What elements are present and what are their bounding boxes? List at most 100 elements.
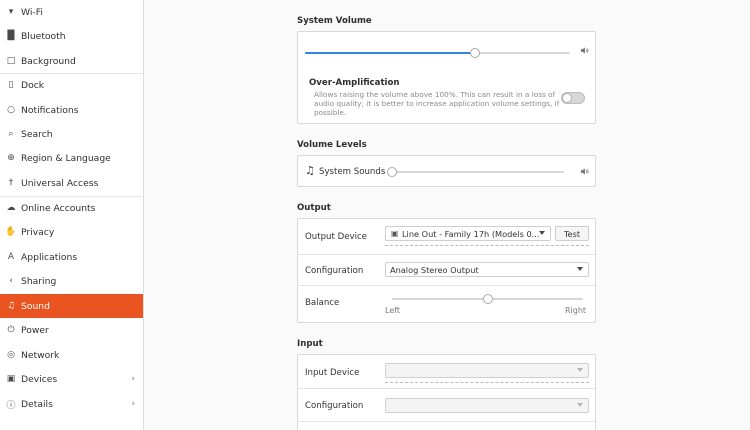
system-sounds-slider[interactable]	[387, 167, 564, 177]
music-note-icon: ♫	[305, 164, 315, 177]
chevron-right-icon: ›	[131, 399, 135, 409]
over-amplification-line-2: audio quality; it is better to increase …	[314, 99, 560, 108]
chevron-down-icon	[539, 231, 545, 235]
sidebar-item-power[interactable]: ⏻ Power	[0, 318, 143, 342]
wifi-icon: ▾	[8, 7, 14, 17]
output-panel: Output Device ▣ Line Out - Family 17h (M…	[297, 218, 596, 323]
sidebar-item-label: Bluetooth	[21, 30, 66, 42]
share-icon: ‹	[9, 276, 13, 286]
sidebar-item-background[interactable]: □ Background	[0, 49, 143, 73]
sidebar-item-sharing[interactable]: ‹ Sharing	[0, 269, 143, 293]
balance-slider[interactable]	[392, 294, 583, 304]
balance-left-label: Left	[385, 306, 401, 315]
output-configuration-label: Configuration	[305, 266, 364, 276]
search-icon: ⌕	[8, 129, 14, 139]
system-sounds-handle[interactable]	[387, 167, 397, 177]
balance-handle[interactable]	[483, 294, 493, 304]
volume-levels-panel: ♫ System Sounds	[297, 155, 596, 187]
sidebar-divider	[0, 196, 143, 197]
sidebar-item-label: Universal Access	[21, 177, 99, 189]
sidebar-item-search[interactable]: ⌕ Search	[0, 122, 143, 146]
toggle-thumb	[562, 93, 572, 103]
sidebar-item-devices[interactable]: ▣ Devices ›	[0, 367, 143, 391]
input-configuration-label: Configuration	[305, 401, 364, 411]
volume-levels-heading: Volume Levels	[297, 140, 367, 150]
over-amplification-title: Over-Amplification	[309, 78, 400, 88]
bell-icon: ○	[7, 105, 15, 115]
sidebar-item-label: Privacy	[21, 226, 55, 238]
sidebar-item-label: Background	[21, 55, 76, 67]
sidebar-item-bluetooth[interactable]: █ Bluetooth	[0, 24, 143, 48]
network-icon: ◎	[7, 350, 15, 360]
sidebar-item-wi-fi[interactable]: ▾ Wi-Fi	[0, 0, 143, 24]
background-icon: □	[6, 56, 16, 66]
system-volume-handle[interactable]	[470, 48, 480, 58]
sidebar-item-notifications[interactable]: ○ Notifications	[0, 98, 143, 122]
sidebar-item-label: Details	[21, 398, 53, 410]
sidebar-item-dock[interactable]: ▯ Dock	[0, 73, 143, 97]
sidebar-item-universal-access[interactable]: † Universal Access	[0, 171, 143, 195]
input-device-label: Input Device	[305, 368, 360, 378]
input-heading: Input	[297, 339, 323, 349]
sidebar-item-label: Notifications	[21, 104, 79, 116]
output-heading: Output	[297, 203, 331, 213]
applications-icon: A	[7, 252, 15, 262]
sidebar-item-label: Power	[21, 324, 49, 336]
dock-icon: ▯	[8, 80, 14, 90]
input-device-underline	[385, 382, 589, 383]
input-configuration-dropdown[interactable]	[385, 398, 589, 413]
globe-icon: ⊕	[7, 153, 15, 163]
sound-panel: System Volume Over-Amplification Allows …	[144, 0, 750, 430]
chevron-right-icon: ›	[131, 374, 135, 384]
system-sounds-label: System Sounds	[319, 167, 386, 177]
output-device-underline	[385, 245, 589, 246]
chevron-down-icon	[577, 368, 583, 372]
input-device-row: Input Device	[298, 355, 595, 389]
over-amplification-line-3: possible.	[314, 108, 347, 117]
system-volume-slider[interactable]	[305, 48, 570, 58]
sidebar-item-region-language[interactable]: ⊕ Region & Language	[0, 146, 143, 170]
output-device-label: Output Device	[305, 232, 367, 242]
over-amplification-line-1: Allows raising the volume above 100%. Th…	[314, 90, 556, 99]
balance-label: Balance	[305, 298, 340, 308]
sidebar-item-applications[interactable]: A Applications	[0, 245, 143, 269]
sidebar-item-label: Network	[21, 349, 60, 361]
output-configuration-value: Analog Stereo Output	[390, 264, 479, 275]
sidebar-item-details[interactable]: ⓘ Details ›	[0, 392, 143, 416]
output-device-dropdown[interactable]: ▣ Line Out - Family 17h (Models 0...	[385, 226, 551, 241]
over-amplification-toggle[interactable]	[561, 92, 585, 104]
output-configuration-dropdown[interactable]: Analog Stereo Output	[385, 262, 589, 277]
sidebar-item-label: Dock	[21, 79, 45, 91]
balance-row: Balance Left Right	[298, 286, 595, 323]
hand-icon: ✋	[5, 227, 17, 237]
settings-sidebar: ▾ Wi-Fi █ Bluetooth □ Background ▯ Dock ○ Notific…	[0, 0, 144, 430]
sidebar-item-label: Devices	[21, 373, 58, 385]
chevron-down-icon	[577, 267, 583, 271]
sidebar-item-label: Region & Language	[21, 152, 111, 164]
info-icon: ⓘ	[6, 400, 16, 411]
sidebar-item-label: Wi-Fi	[21, 6, 43, 18]
output-configuration-row: Configuration Analog Stereo Output	[298, 255, 595, 286]
sidebar-item-label: Sound	[21, 300, 50, 312]
accessibility-icon: †	[8, 178, 14, 188]
power-icon: ⏻	[7, 325, 15, 335]
system-volume-heading: System Volume	[297, 16, 372, 26]
speaker-icon	[580, 46, 589, 57]
sidebar-item-label: Sharing	[21, 275, 57, 287]
sidebar-item-online-accounts[interactable]: ☁ Online Accounts	[0, 196, 143, 220]
input-configuration-row: Configuration	[298, 389, 595, 422]
system-volume-fill	[305, 52, 475, 54]
sidebar-item-sound[interactable]: ♫ Sound	[0, 294, 143, 318]
bluetooth-icon: █	[7, 31, 15, 41]
input-device-dropdown[interactable]	[385, 363, 589, 378]
balance-right-label: Right	[565, 306, 587, 315]
system-volume-panel: Over-Amplification Allows raising the vo…	[297, 31, 596, 124]
sidebar-item-privacy[interactable]: ✋ Privacy	[0, 220, 143, 244]
sidebar-item-network[interactable]: ◎ Network	[0, 343, 143, 367]
chevron-down-icon	[577, 403, 583, 407]
output-device-row: Output Device ▣ Line Out - Family 17h (M…	[298, 219, 595, 255]
devices-icon: ▣	[6, 374, 16, 384]
sidebar-divider	[0, 73, 143, 74]
input-panel: Input Device Configuration	[297, 354, 596, 430]
test-button[interactable]: Test	[555, 226, 589, 241]
